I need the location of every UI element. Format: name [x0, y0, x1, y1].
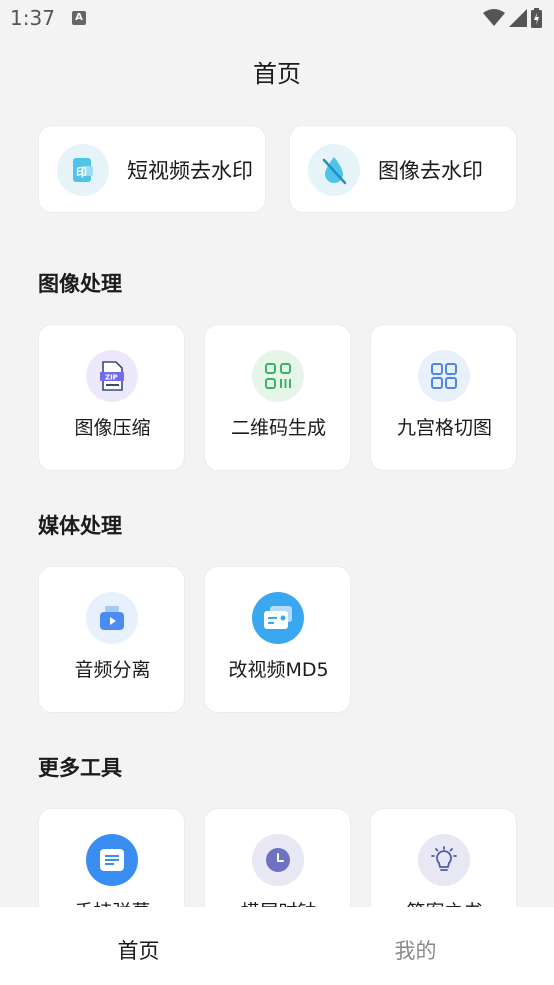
page-title: 首页 [253, 60, 301, 88]
section-title-image-processing: 图像处理 [38, 272, 122, 296]
barrage-icon [86, 834, 138, 886]
grid-icon [418, 350, 470, 402]
bulb-icon [418, 834, 470, 886]
audio-separate-label: 音频分离 [74, 659, 151, 681]
image-watermark-icon [308, 144, 360, 196]
video-watermark-removal-card[interactable]: 印 短视频去水印 [38, 125, 266, 213]
clock-icon [252, 834, 304, 886]
svg-text:ZIP: ZIP [105, 374, 118, 382]
battery-icon [531, 8, 542, 28]
qr-code-icon [252, 350, 304, 402]
svg-text:印: 印 [76, 166, 87, 179]
status-time: 1:37 [10, 6, 55, 30]
qr-code-generate-tile[interactable]: 二维码生成 [204, 324, 351, 471]
video-md5-icon [252, 592, 304, 644]
zip-file-icon: ZIP [86, 350, 138, 402]
status-bar: 1:37 A [0, 0, 554, 40]
video-watermark-label: 短视频去水印 [127, 159, 253, 183]
image-watermark-removal-card[interactable]: 图像去水印 [289, 125, 517, 213]
image-compress-tile[interactable]: ZIP 图像压缩 [38, 324, 185, 471]
audio-separate-icon [86, 592, 138, 644]
bottom-navigation: 首页 我的 [0, 907, 554, 985]
video-md5-tile[interactable]: 改视频MD5 [204, 566, 351, 713]
qr-code-generate-label: 二维码生成 [230, 417, 326, 439]
wifi-icon [483, 9, 505, 26]
nav-mine[interactable]: 我的 [277, 935, 554, 965]
nine-grid-cut-tile[interactable]: 九宫格切图 [370, 324, 517, 471]
video-md5-label: 改视频MD5 [228, 659, 329, 681]
signal-icon [509, 9, 527, 27]
image-watermark-label: 图像去水印 [378, 159, 483, 183]
video-watermark-icon: 印 [57, 144, 109, 196]
section-title-media-processing: 媒体处理 [38, 514, 122, 538]
nine-grid-cut-label: 九宫格切图 [396, 417, 492, 439]
audio-separate-tile[interactable]: 音频分离 [38, 566, 185, 713]
nav-home[interactable]: 首页 [0, 935, 277, 965]
section-title-more-tools: 更多工具 [38, 756, 122, 780]
status-icons [483, 8, 542, 28]
notification-icon: A [72, 11, 86, 25]
image-compress-label: 图像压缩 [74, 417, 151, 439]
